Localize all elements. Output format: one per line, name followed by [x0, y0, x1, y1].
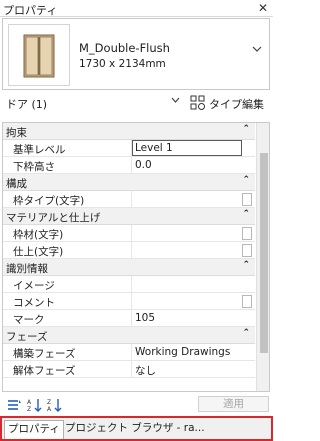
- property-row: マーク 105: [3, 310, 255, 327]
- group-header-construction[interactable]: 構成 ⌃: [3, 174, 255, 191]
- collapse-icon[interactable]: ⌃: [242, 260, 250, 270]
- edit-value-button[interactable]: [242, 193, 252, 206]
- phase-demolished-value[interactable]: なし: [135, 363, 156, 378]
- panel-tabs: プロパティ プロジェクト ブラウザ - ra...: [0, 416, 273, 441]
- scrollbar-thumb[interactable]: [260, 153, 268, 353]
- chevron-down-icon[interactable]: [171, 97, 180, 103]
- property-row: イメージ: [3, 276, 255, 293]
- property-row: 構築フェーズ Working Drawings: [3, 344, 255, 361]
- tab-properties[interactable]: プロパティ: [4, 420, 64, 439]
- property-row: 下枠高さ 0.0: [3, 157, 255, 174]
- collapse-icon[interactable]: ⌃: [242, 175, 250, 185]
- edit-type-label: タイプ編集: [209, 98, 264, 111]
- categorize-icon[interactable]: [6, 397, 22, 413]
- edit-type-button[interactable]: タイプ編集: [188, 93, 270, 113]
- svg-text:Z: Z: [47, 399, 51, 406]
- instance-filter-row: ドア (1) タイプ編集: [2, 92, 270, 114]
- type-name: M_Double-Flush: [79, 41, 170, 55]
- base-level-field[interactable]: Level 1: [132, 140, 242, 156]
- tab-project-browser[interactable]: プロジェクト ブラウザ - ra...: [62, 420, 208, 439]
- collapse-icon[interactable]: ⌃: [242, 124, 250, 134]
- instance-filter-dropdown[interactable]: ドア (1): [6, 96, 47, 112]
- property-row: 枠材(文字): [3, 225, 255, 242]
- edit-value-button[interactable]: [242, 295, 252, 308]
- property-row: 解体フェーズ なし: [3, 361, 255, 378]
- property-row: 基準レベル Level 1: [3, 140, 255, 157]
- edit-type-icon: [190, 95, 205, 110]
- collapse-icon[interactable]: ⌃: [242, 209, 250, 219]
- sort-ascending-icon[interactable]: A Z: [26, 397, 42, 413]
- svg-text:Z: Z: [27, 406, 31, 413]
- group-header-identity[interactable]: 識別情報 ⌃: [3, 259, 255, 276]
- sort-descending-icon[interactable]: Z A: [46, 397, 62, 413]
- type-selector[interactable]: M_Double-Flush 1730 x 2134mm: [2, 18, 270, 90]
- collapse-icon[interactable]: ⌃: [242, 328, 250, 338]
- sill-height-value[interactable]: 0.0: [135, 159, 152, 171]
- property-row: 枠タイプ(文字): [3, 191, 255, 208]
- group-header-constraints[interactable]: 拘束 ⌃: [3, 123, 255, 140]
- mark-value[interactable]: 105: [135, 312, 155, 324]
- close-icon[interactable]: ✕: [258, 1, 268, 15]
- svg-text:A: A: [47, 406, 52, 413]
- edit-value-button[interactable]: [242, 244, 252, 257]
- property-row: コメント: [3, 293, 255, 310]
- apply-button[interactable]: 適用: [198, 396, 269, 412]
- edit-value-button[interactable]: [242, 227, 252, 240]
- title-bar: プロパティ ✕: [0, 0, 273, 17]
- svg-text:A: A: [27, 399, 32, 406]
- type-size: 1730 x 2134mm: [79, 58, 166, 70]
- chevron-down-icon[interactable]: [252, 46, 262, 52]
- phase-created-value[interactable]: Working Drawings: [135, 346, 230, 358]
- group-header-materials[interactable]: マテリアルと仕上げ ⌃: [3, 208, 255, 225]
- vertical-scrollbar[interactable]: [256, 123, 269, 391]
- window-title: プロパティ: [3, 4, 58, 17]
- property-row: 仕上(文字): [3, 242, 255, 259]
- properties-grid: 拘束 ⌃ 基準レベル Level 1 下枠高さ 0.0 構成 ⌃ 枠タイプ(文字…: [2, 122, 270, 392]
- group-header-phasing[interactable]: フェーズ ⌃: [3, 327, 255, 344]
- properties-toolbar: A Z Z A 適用: [2, 395, 270, 415]
- door-thumbnail-icon: [8, 24, 70, 86]
